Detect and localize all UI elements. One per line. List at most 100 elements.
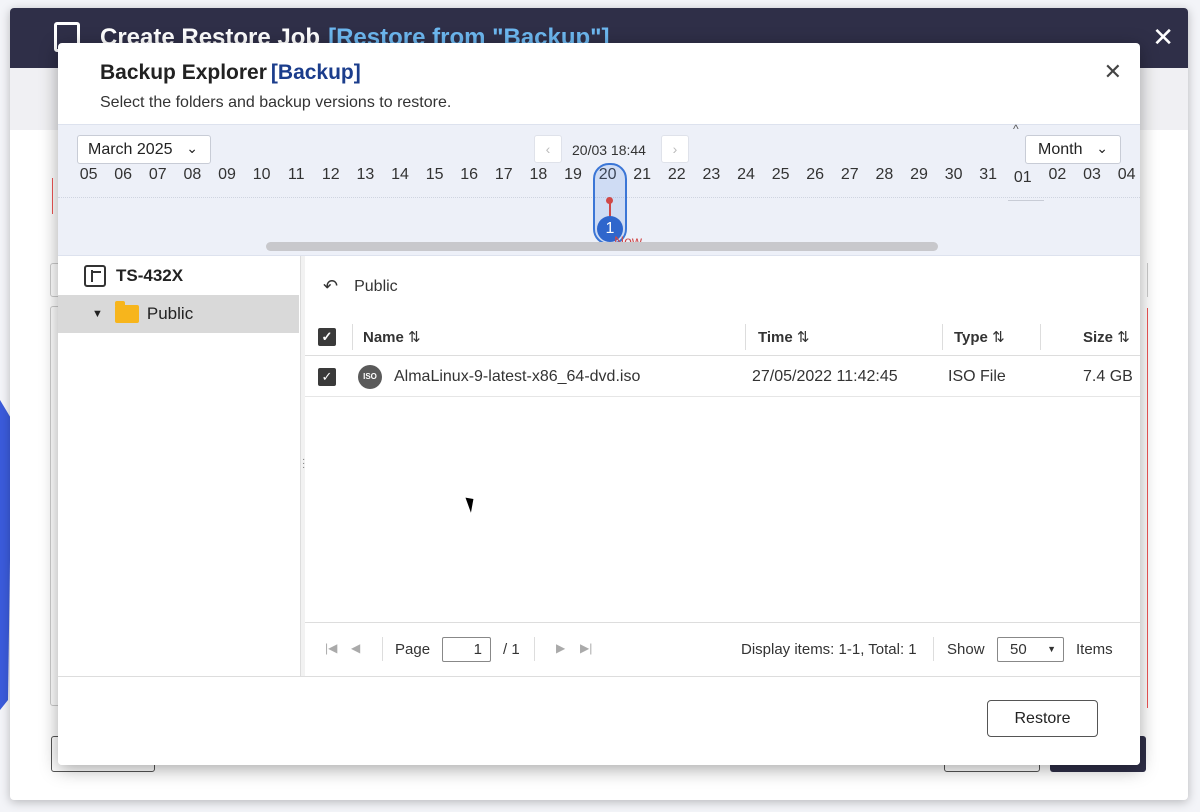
tree-item-label: Public [146, 304, 194, 323]
folder-icon [114, 301, 139, 323]
timeline-day[interactable]: 15 [418, 166, 452, 184]
month-select-value: March 2025 [88, 141, 173, 158]
version-timeline: March 2025 ⌄ ‹ 20/03 18:44 › ^ Month ⌄ 4… [58, 122, 1140, 256]
timeline-day[interactable]: 29 [902, 166, 936, 184]
background-close-icon[interactable]: ✕ [1152, 22, 1174, 53]
file-size: 7.4 GB [1083, 368, 1133, 385]
timeline-day[interactable]: 21 [625, 166, 659, 184]
select-all-checkbox[interactable]: ✓ [318, 328, 336, 346]
page-number-input[interactable] [442, 637, 491, 662]
dialog-title: Backup Explorer [Backup] [100, 61, 361, 85]
next-date-button[interactable]: › [661, 135, 689, 163]
month-select[interactable]: March 2025 ⌄ [77, 135, 211, 164]
previous-date-button[interactable]: ‹ [534, 135, 562, 163]
dialog-title-tag: [Backup] [270, 61, 361, 84]
zoom-level-select[interactable]: Month ⌄ [1025, 135, 1121, 164]
pagination-bar: |◀ ◀ Page / 1 ▶ ▶| Display items: 1-1, T… [305, 622, 1140, 676]
timeline-day-next-month[interactable]: 02 [1040, 166, 1074, 184]
column-divider [942, 324, 943, 350]
sort-icon: ⇅ [408, 329, 421, 346]
expand-arrow-icon[interactable]: ▼ [92, 308, 103, 320]
row-checkbox[interactable]: ✓ [318, 368, 336, 386]
timeline-day[interactable]: 22 [660, 166, 694, 184]
chevron-down-icon: ⌄ [186, 140, 198, 156]
timeline-day[interactable]: 31 [971, 166, 1005, 184]
sort-icon: ⇅ [796, 329, 810, 346]
timeline-day[interactable]: 24 [729, 166, 763, 184]
timeline-day[interactable]: 17 [487, 166, 521, 184]
next-page-icon[interactable]: ▶ [556, 641, 565, 655]
column-divider [352, 324, 353, 350]
column-header-time[interactable]: Time ⇅ [758, 328, 810, 346]
restore-button[interactable]: Restore [987, 700, 1098, 737]
items-per-page-value: 50 [1010, 641, 1027, 658]
pager-divider [382, 637, 383, 661]
tree-item-public[interactable]: ▼ Public [58, 295, 299, 333]
chevron-down-icon: ⌄ [1096, 140, 1108, 156]
page-total: / 1 [503, 641, 520, 658]
last-page-icon[interactable]: ▶| [580, 641, 592, 655]
zoom-select-value: Month [1038, 141, 1083, 158]
timeline-day[interactable]: 06 [106, 166, 140, 184]
backup-explorer-dialog: Backup Explorer [Backup] Select the folde… [58, 43, 1140, 765]
timeline-day-next-month[interactable]: 04 [1110, 166, 1140, 184]
timeline-day[interactable]: 11 [279, 166, 313, 184]
column-size-label: Size [1083, 329, 1114, 346]
sort-icon: ⇅ [1117, 329, 1130, 346]
nas-device-icon [84, 265, 106, 287]
timeline-day[interactable]: 14 [383, 166, 417, 184]
timeline-day[interactable]: 05 [72, 166, 106, 184]
items-per-page-select[interactable]: 50 ▼ [997, 637, 1064, 662]
timeline-day[interactable]: 4 [58, 166, 71, 184]
display-items-text: Display items: 1-1, Total: 1 [741, 641, 917, 658]
current-folder-label: Public [354, 277, 398, 295]
timeline-day[interactable]: 25 [764, 166, 798, 184]
pager-divider [933, 637, 934, 661]
breadcrumb: ↶ Public [323, 276, 398, 297]
file-list-panel: ↶ Public ✓ Name ⇅ Time ⇅ Type ⇅ Size ⇅ ✓… [305, 256, 1140, 676]
column-type-label: Type [954, 329, 988, 346]
column-header-name[interactable]: Name ⇅ [363, 328, 421, 346]
show-label: Show [947, 641, 985, 658]
timeline-day[interactable]: 16 [452, 166, 486, 184]
timeline-day[interactable]: 19 [556, 166, 590, 184]
timeline-day[interactable]: 07 [141, 166, 175, 184]
table-header: ✓ Name ⇅ Time ⇅ Type ⇅ Size ⇅ [305, 318, 1140, 356]
sort-icon: ⇅ [992, 329, 1005, 346]
close-icon[interactable]: ✕ [1104, 59, 1122, 85]
caret-up-icon: ^ [1013, 122, 1019, 136]
column-divider [1040, 324, 1041, 350]
back-arrow-icon[interactable]: ↶ [323, 276, 338, 297]
timeline-day[interactable]: 23 [694, 166, 728, 184]
timeline-day[interactable]: 18 [521, 166, 555, 184]
timeline-day[interactable]: 10 [245, 166, 279, 184]
dropdown-arrow-icon: ▼ [1047, 644, 1056, 654]
first-page-icon[interactable]: |◀ [325, 641, 337, 655]
timeline-day[interactable]: 09 [210, 166, 244, 184]
timeline-day[interactable]: 27 [833, 166, 867, 184]
timeline-day-next-month[interactable]: 03 [1075, 166, 1109, 184]
previous-page-icon[interactable]: ◀ [351, 641, 360, 655]
timeline-day[interactable]: 12 [314, 166, 348, 184]
column-name-label: Name [363, 329, 404, 346]
tree-root-nas[interactable]: TS-432X [84, 264, 183, 288]
timeline-day[interactable]: 08 [175, 166, 209, 184]
file-type: ISO File [948, 368, 1006, 385]
timeline-day[interactable]: 26 [798, 166, 832, 184]
timeline-day[interactable]: 28 [867, 166, 901, 184]
current-date: 20/03 18:44 [572, 142, 646, 158]
timeline-day[interactable]: 30 [937, 166, 971, 184]
dialog-title-text: Backup Explorer [100, 61, 267, 84]
file-time: 27/05/2022 11:42:45 [752, 368, 898, 385]
column-header-size[interactable]: Size ⇅ [1083, 328, 1130, 346]
page-label: Page [395, 641, 431, 658]
timeline-scrollbar[interactable] [266, 242, 938, 251]
column-header-type[interactable]: Type ⇅ [954, 328, 1005, 346]
column-time-label: Time [758, 329, 793, 346]
mouse-cursor [465, 495, 478, 513]
timeline-day[interactable]: 13 [348, 166, 382, 184]
items-label: Items [1076, 641, 1113, 658]
file-name[interactable]: AlmaLinux-9-latest-x86_64-dvd.iso [394, 368, 640, 386]
version-marker-dot [606, 197, 613, 204]
table-row[interactable]: ✓ ISO AlmaLinux-9-latest-x86_64-dvd.iso … [305, 357, 1140, 397]
